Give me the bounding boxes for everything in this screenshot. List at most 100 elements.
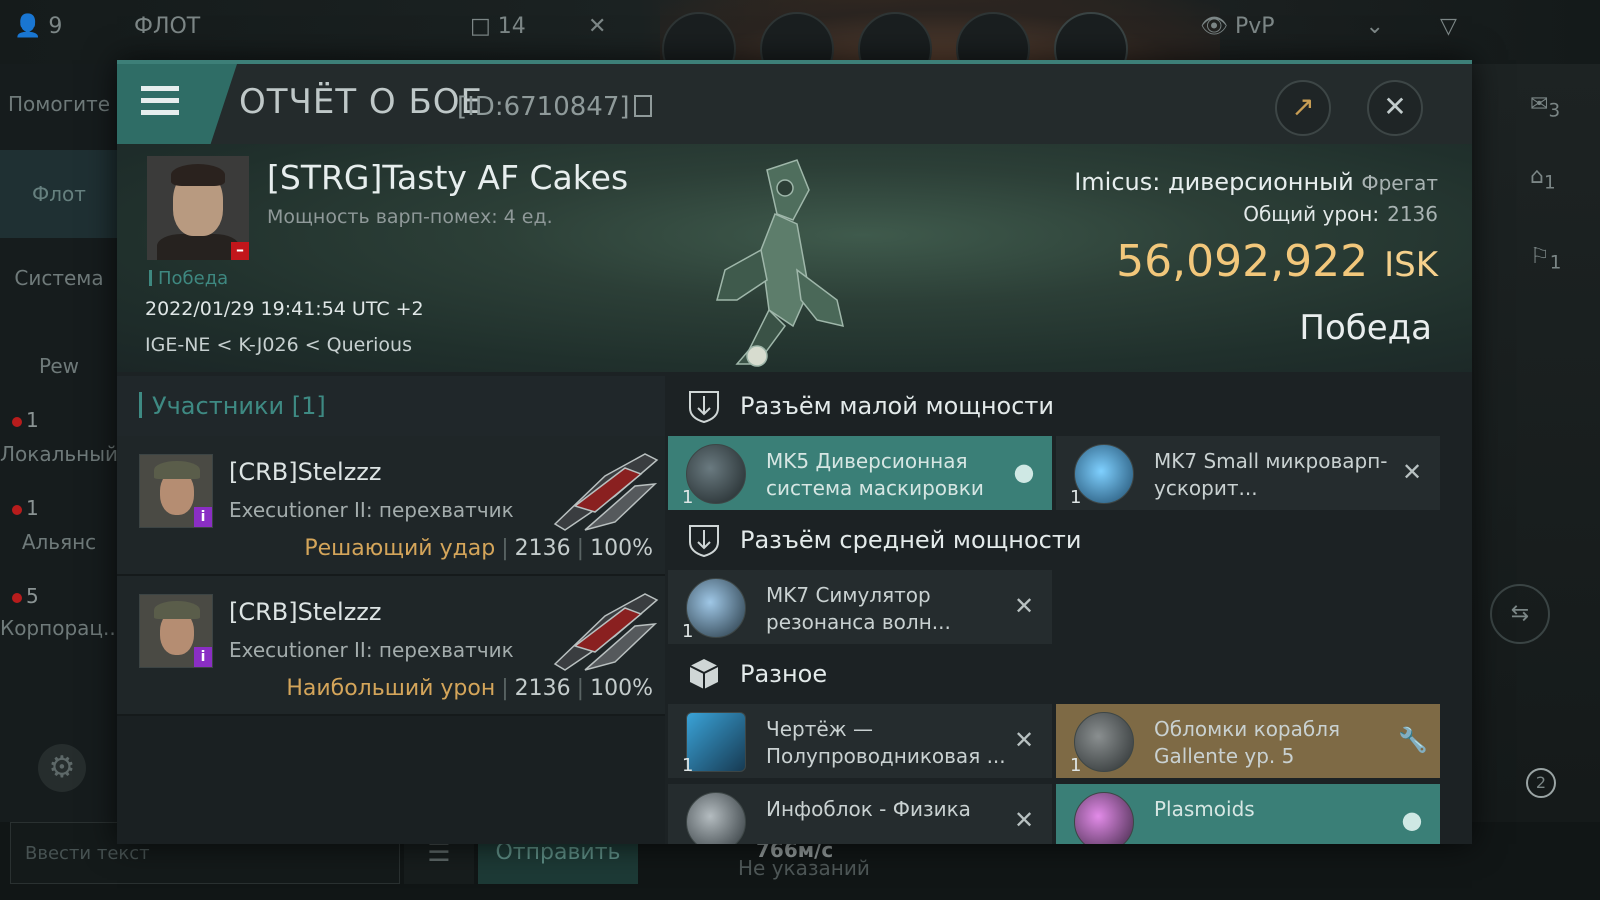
blueprint-icon (686, 712, 746, 772)
participant-percent: 100% (590, 536, 653, 561)
victim-ship-image[interactable] (697, 150, 867, 370)
ship-name: Imicus: диверсионный (1074, 168, 1354, 196)
person-icon[interactable]: ● (1398, 806, 1426, 834)
participant-stats: Наибольший урон | 2136 | 100% (286, 676, 653, 701)
alliance-badge: 1 (12, 496, 39, 520)
victory-tag: Победа (149, 268, 228, 289)
participant-row[interactable]: i [CRB]Stelzzz Executioner II: перехватч… (117, 576, 665, 716)
participant-name[interactable]: [CRB]Stelzzz (229, 458, 382, 486)
person-icon[interactable]: ● (1010, 458, 1038, 486)
mid-slot-header: Разъём средней мощности (668, 510, 1472, 570)
gear-icon[interactable]: ⚙ (38, 744, 86, 792)
module-item[interactable]: 1 Чертёж — Полупроводниковая ... ✕ (668, 704, 1052, 778)
victim-name[interactable]: [STRG]Tasty AF Cakes (267, 158, 628, 197)
kill-location[interactable]: IGE-NE < K-J026 < Querious (145, 334, 412, 356)
close-icon: ✕ (1383, 90, 1407, 123)
eye-icon: 👁 (1200, 14, 1228, 39)
close-icon[interactable]: ✕ (1010, 806, 1038, 834)
module-qty: 1 (682, 755, 694, 776)
sidebar-item-pew[interactable]: Pew (0, 354, 118, 378)
sidebar-item-system[interactable]: Система (0, 266, 118, 290)
report-id[interactable]: [ID:6710847] (457, 92, 652, 122)
participant-ship: Executioner II: перехватчик (229, 498, 514, 522)
module-item[interactable]: 1 Обломки корабля Gallente ур. 5 🔧 (1056, 704, 1440, 778)
ship-class: Фрегат (1361, 171, 1438, 195)
participant-row[interactable]: i [CRB]Stelzzz Executioner II: перехватч… (117, 436, 665, 576)
victim-portrait[interactable]: – (147, 156, 249, 260)
people-counter[interactable]: 👤 9 (14, 14, 62, 39)
module-item[interactable]: 1 MK7 Small микроварп-ускорит... ✕ (1056, 436, 1440, 510)
module-item[interactable]: Инфоблок - Физика ✕ (668, 784, 1052, 844)
close-button[interactable]: ✕ (1367, 80, 1423, 136)
unread-dot (12, 505, 22, 515)
close-icon[interactable]: ✕ (1010, 726, 1038, 754)
minus-icon: – (231, 242, 249, 260)
ally-badge-icon: i (194, 507, 212, 527)
filter-mode[interactable]: 👁 PvP ⌄ (1200, 14, 1384, 39)
module-item[interactable]: 1 MK7 Симулятор резонанса волн... ✕ (668, 570, 1052, 644)
avatar[interactable]: i (139, 594, 213, 668)
victim-ship-type[interactable]: Imicus: диверсионный Фрегат (1074, 168, 1438, 196)
module-qty: 1 (682, 621, 694, 642)
fleet-close-icon[interactable]: ✕ (588, 14, 606, 39)
dialog-title: ОТЧЁТ О БОЕ (239, 82, 484, 122)
avatar[interactable]: i (139, 454, 213, 528)
isk-amount: 56,092,922 (1116, 236, 1369, 287)
misc-title: Разное (740, 660, 828, 688)
sidebar-item-corp[interactable]: Корпорац... (0, 616, 122, 640)
microwarp-module-icon (1074, 444, 1134, 504)
isk-unit: ISK (1384, 245, 1438, 285)
wrench-icon[interactable]: 🔧 (1398, 726, 1428, 754)
isk-value: 56,092,922 ISK (1116, 236, 1438, 287)
participant-ship: Executioner II: перехватчик (229, 638, 514, 662)
module-item[interactable]: 1 MK5 Диверсионная система маскировки ● (668, 436, 1052, 510)
total-damage-label: Общий урон: (1243, 202, 1380, 226)
module-name: MK5 Диверсионная система маскировки (766, 449, 984, 500)
sidebar-item-fleet[interactable]: Флот (0, 150, 118, 238)
misc-header: Разное (668, 644, 1472, 704)
low-slot-title: Разъём малой мощности (740, 392, 1055, 420)
fleet-counter[interactable]: □ 14 (470, 14, 526, 39)
alert-icon[interactable]: ⚐1 (1530, 244, 1561, 273)
kill-datetime: 2022/01/29 19:41:54 UTC +2 (145, 298, 424, 320)
drone-count: 2 (1526, 768, 1556, 798)
copy-icon[interactable] (633, 95, 652, 117)
menu-button[interactable] (117, 64, 237, 144)
window-icon: □ (470, 14, 491, 39)
funnel-icon[interactable]: ▽ (1440, 14, 1457, 39)
swap-icon[interactable]: ⇆ (1490, 584, 1550, 644)
module-name: MK7 Симулятор резонанса волн... (766, 583, 951, 634)
local-count: 1 (26, 408, 39, 432)
participant-name[interactable]: [CRB]Stelzzz (229, 598, 382, 626)
sidebar-item-alliance[interactable]: Альянс (0, 530, 118, 554)
low-slot-header: Разъём малой мощности (668, 376, 1472, 436)
participant-stats: Решающий удар | 2136 | 100% (304, 536, 653, 561)
cube-icon (689, 659, 719, 689)
battle-result: Победа (1299, 308, 1432, 348)
plasmoid-icon (1074, 792, 1134, 844)
share-button[interactable]: ↗ (1275, 80, 1331, 136)
report-id-text: [ID:6710847] (457, 92, 630, 122)
people-count: 9 (48, 14, 63, 39)
close-icon[interactable]: ✕ (1010, 592, 1038, 620)
victim-panel: – [STRG]Tasty AF Cakes Мощность варп-пом… (117, 144, 1472, 372)
module-qty: 1 (1070, 755, 1082, 776)
mail-icon[interactable]: ✉3 (1530, 92, 1560, 121)
home-icon[interactable]: ⌂1 (1530, 164, 1556, 193)
shield-slot-icon (689, 525, 719, 558)
participant-role: Решающий удар (304, 536, 496, 561)
fittings-panel: Разъём малой мощности 1 MK5 Диверсионная… (668, 376, 1472, 844)
sidebar-item-help[interactable]: Помогите (0, 92, 118, 116)
sidebar-item-local[interactable]: Локальный (0, 442, 118, 466)
fleet-label[interactable]: ФЛОТ (134, 14, 200, 39)
target-info: Не указаний (738, 856, 870, 880)
participants-panel: Участники [1] i [CRB]Stelzzz Executioner… (117, 376, 665, 844)
module-item[interactable]: Plasmoids ● (1056, 784, 1440, 844)
wreck-icon (1074, 712, 1134, 772)
corp-badge: 5 (12, 584, 39, 608)
battle-report-dialog: ОТЧЁТ О БОЕ [ID:6710847] ↗ ✕ – [STRG]Tas… (117, 60, 1472, 844)
total-damage: Общий урон: 2136 (1243, 202, 1438, 226)
corp-count: 5 (26, 584, 39, 608)
mid-slot-title: Разъём средней мощности (740, 526, 1082, 554)
close-icon[interactable]: ✕ (1398, 458, 1426, 486)
